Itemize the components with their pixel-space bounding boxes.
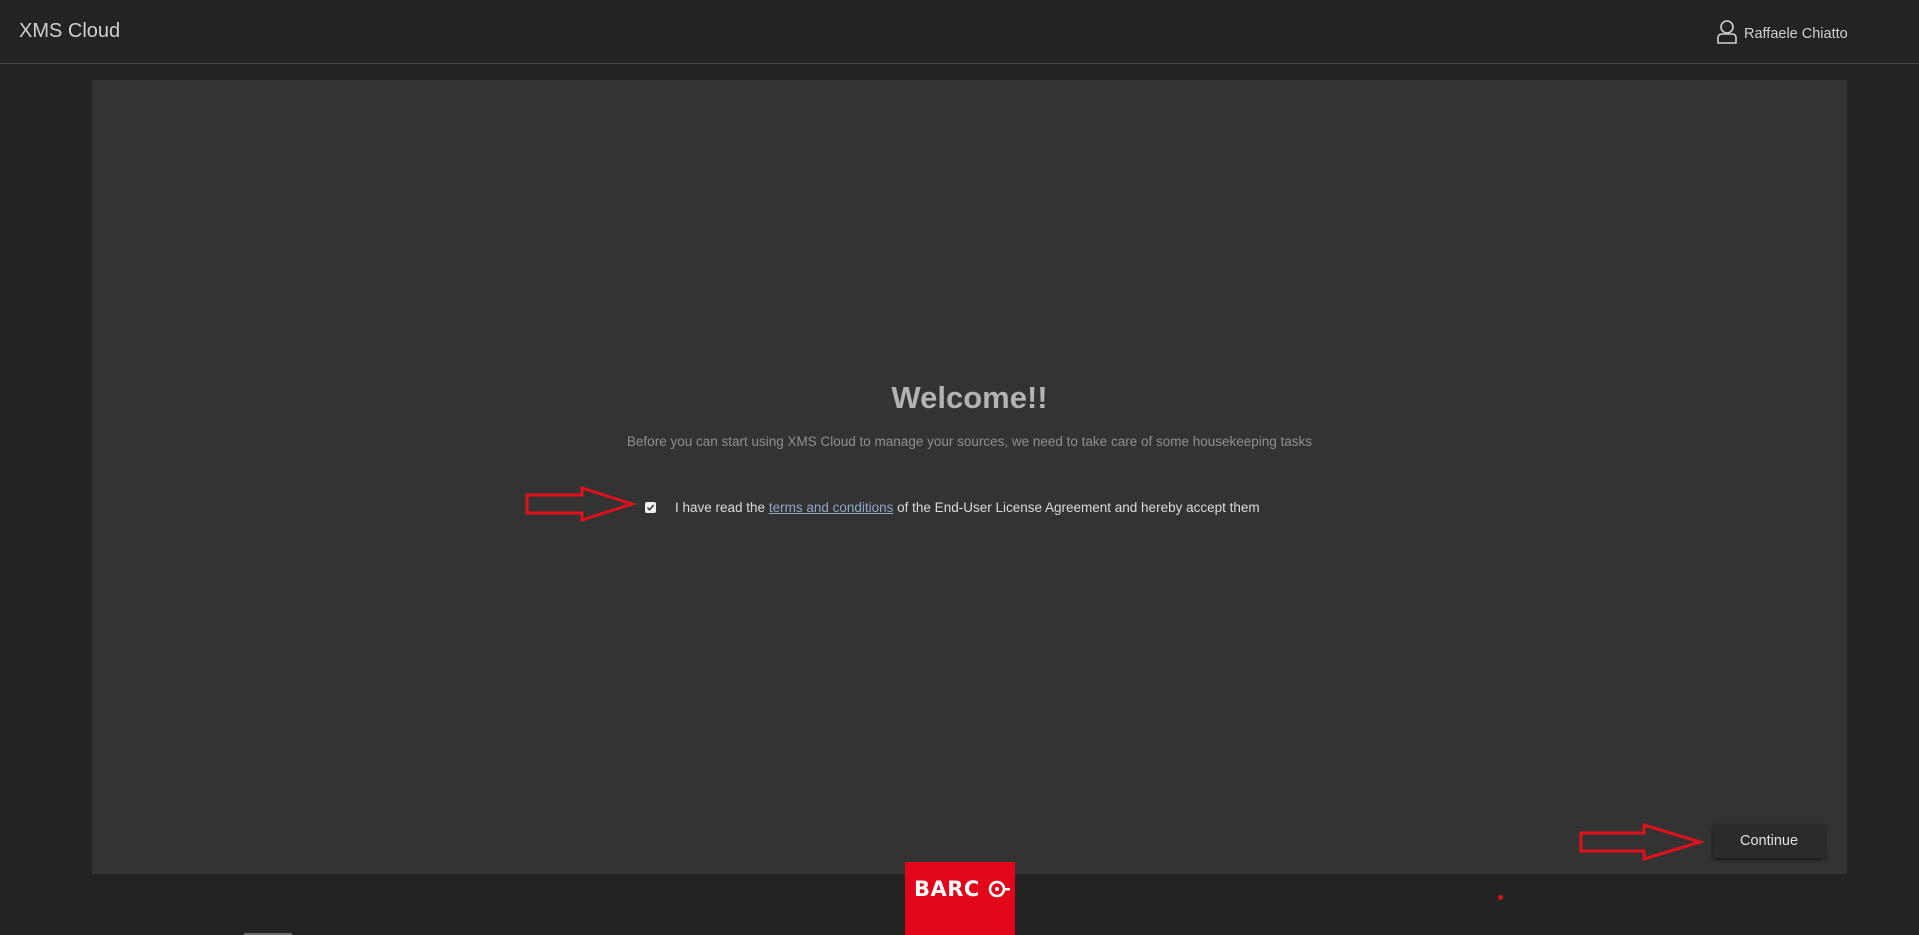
user-name: Raffaele Chiatto <box>1744 26 1848 42</box>
terms-and-conditions-link[interactable]: terms and conditions <box>769 500 894 515</box>
svg-text:BARC: BARC <box>914 877 980 901</box>
welcome-panel: Welcome!! Before you can start using XMS… <box>92 80 1847 900</box>
user-menu[interactable]: Raffaele Chiatto <box>1716 19 1848 50</box>
eula-accept-row: I have read the terms and conditions of … <box>645 496 1260 518</box>
annotation-dot <box>1498 895 1503 900</box>
top-bar: XMS Cloud Raffaele Chiatto <box>0 0 1919 64</box>
welcome-subtitle: Before you can start using XMS Cloud to … <box>626 434 1313 449</box>
eula-accept-label: I have read the terms and conditions of … <box>675 500 1260 515</box>
annotation-arrow-continue <box>1579 822 1704 862</box>
continue-button[interactable]: Continue <box>1713 824 1825 858</box>
eula-checkbox[interactable] <box>645 501 656 513</box>
annotation-arrow-checkbox <box>525 485 636 523</box>
barco-logo: BARC <box>905 862 1015 935</box>
eula-text-before: I have read the <box>675 499 769 515</box>
checkmark-icon <box>646 504 655 511</box>
app-title: XMS Cloud <box>19 20 121 42</box>
barco-logo-mark: BARC <box>914 877 1010 901</box>
user-icon <box>1716 19 1738 50</box>
welcome-title: Welcome!! <box>891 380 1048 415</box>
eula-text-after: of the End-User License Agreement and he… <box>893 499 1260 515</box>
